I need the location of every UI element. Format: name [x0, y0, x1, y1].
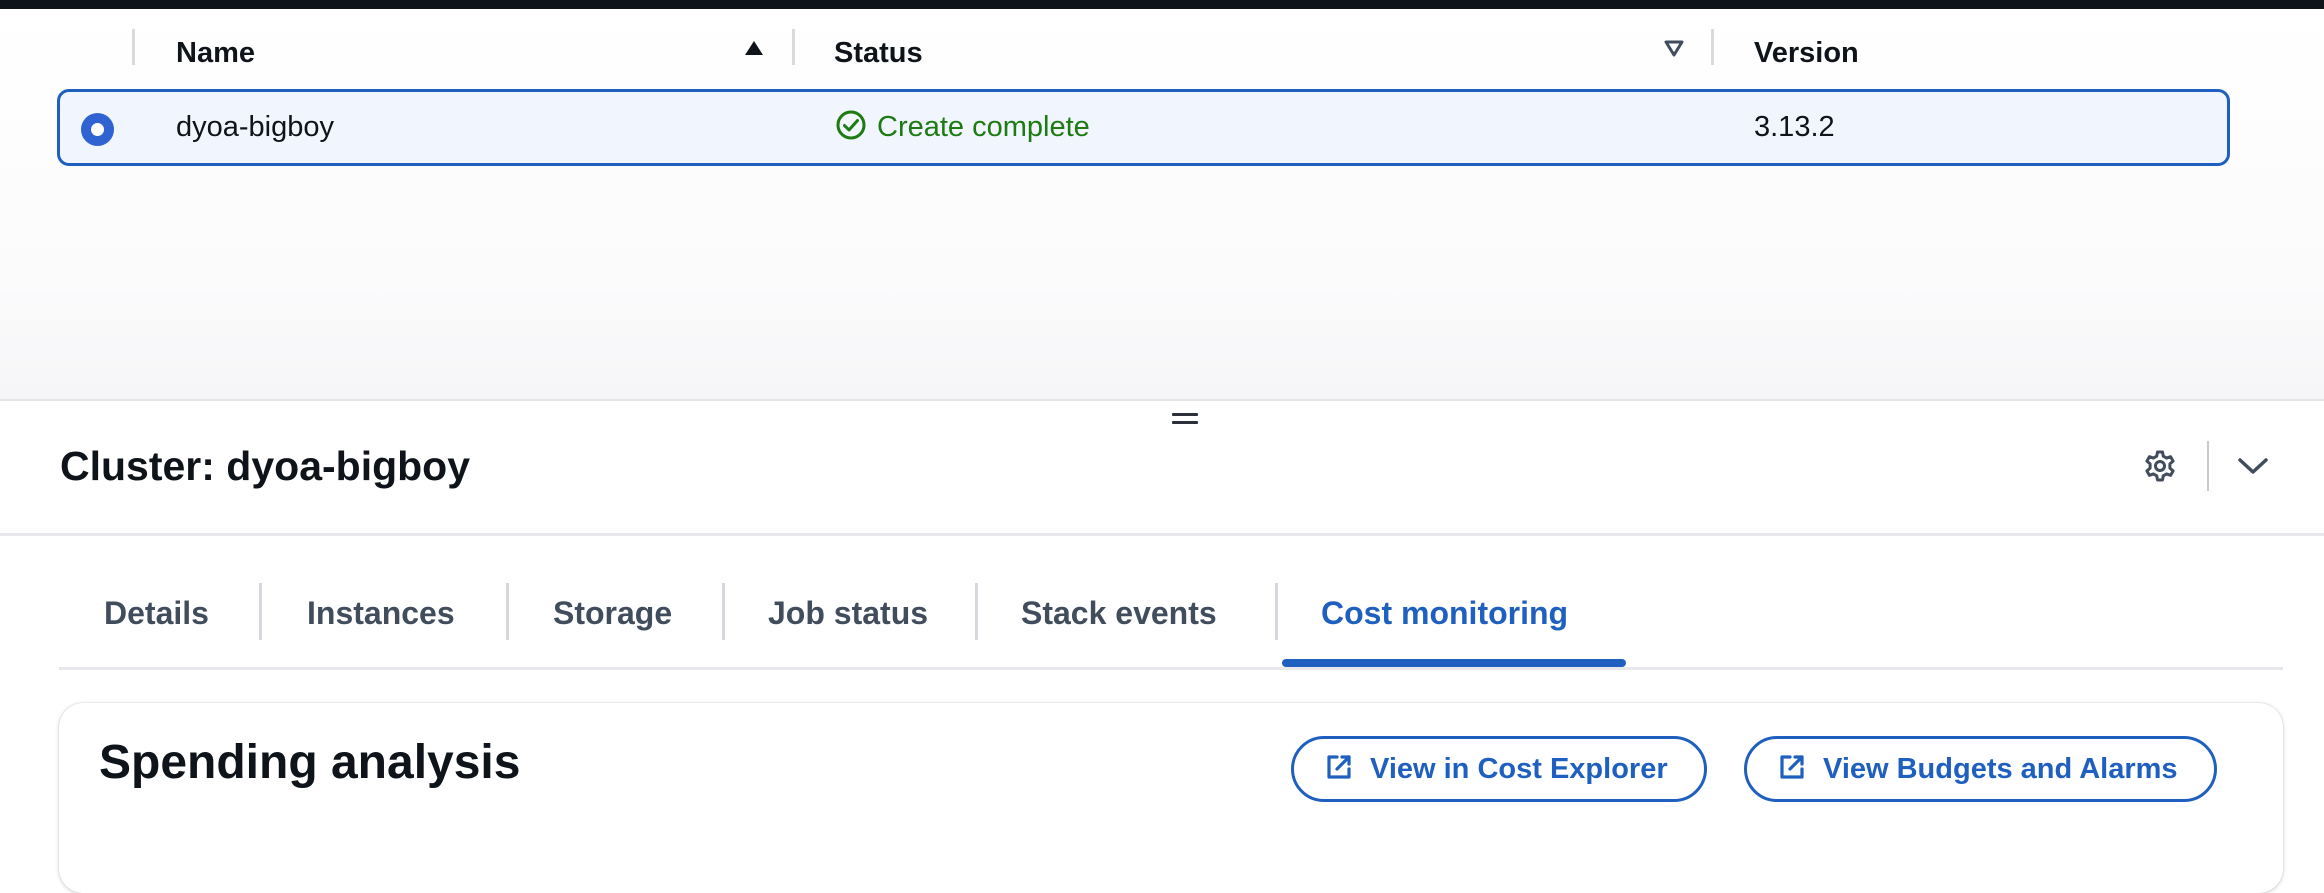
header-divider [2207, 441, 2209, 491]
caret-up-icon[interactable] [743, 38, 765, 58]
chevron-down-icon[interactable] [2235, 451, 2271, 481]
view-cost-explorer-button[interactable]: View in Cost Explorer [1291, 736, 1707, 802]
tab-cost-monitoring[interactable]: Cost monitoring [1321, 588, 1568, 638]
top-dark-bar [0, 0, 2324, 9]
status-text: Create complete [877, 111, 1090, 143]
check-circle-icon [836, 110, 866, 140]
column-header-version[interactable]: Version [1754, 33, 1859, 73]
tab-divider [1275, 583, 1278, 640]
column-header-status[interactable]: Status [834, 33, 923, 73]
tab-job-status[interactable]: Job status [768, 588, 928, 638]
status-cell: Create complete [835, 92, 1090, 163]
tab-divider [975, 583, 978, 640]
version-cell: 3.13.2 [1754, 111, 1835, 143]
header-separator [0, 533, 2324, 536]
panel-title: Cluster: dyoa-bigboy [60, 443, 471, 489]
cost-explorer-label: View in Cost Explorer [1370, 753, 1668, 785]
tabs-baseline [59, 667, 2283, 670]
split-panel-border [0, 399, 2324, 401]
active-tab-indicator [1282, 659, 1626, 667]
card-title: Spending analysis [99, 736, 521, 789]
caret-down-outline-icon[interactable] [1663, 38, 1685, 58]
budgets-alarms-label: View Budgets and Alarms [1823, 753, 2178, 785]
external-link-icon [1327, 755, 1351, 779]
cluster-name-cell: dyoa-bigboy [176, 111, 334, 143]
external-link-icon [1780, 755, 1804, 779]
column-divider[interactable] [1711, 29, 1714, 65]
tab-divider [722, 583, 725, 640]
tab-divider [259, 583, 262, 640]
column-divider [132, 29, 135, 65]
clusters-table: Name Status Version dyoa-bigboy Create c… [0, 9, 2324, 399]
view-budgets-alarms-button[interactable]: View Budgets and Alarms [1744, 736, 2217, 802]
column-divider[interactable] [792, 29, 795, 65]
tab-stack-events[interactable]: Stack events [1021, 588, 1217, 638]
column-header-name[interactable]: Name [176, 33, 255, 73]
tab-details[interactable]: Details [104, 588, 209, 638]
tab-divider [506, 583, 509, 640]
drag-handle-icon[interactable] [1172, 413, 1198, 427]
spending-analysis-card: Spending analysis View in Cost Explorer … [59, 703, 2283, 893]
row-select-radio[interactable] [81, 113, 114, 146]
table-row[interactable]: dyoa-bigboy Create complete 3.13.2 [57, 89, 2230, 166]
tab-instances[interactable]: Instances [307, 588, 455, 638]
tab-storage[interactable]: Storage [553, 588, 672, 638]
gear-icon[interactable] [2143, 449, 2177, 483]
